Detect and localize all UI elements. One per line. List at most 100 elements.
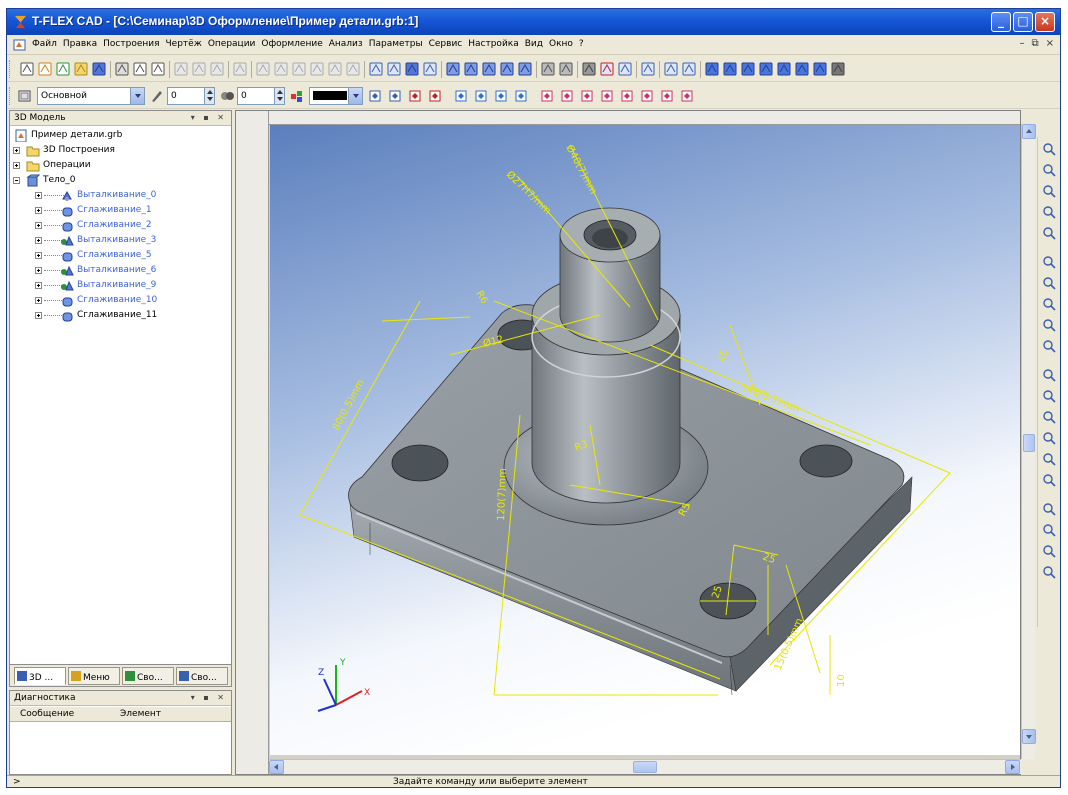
filter8-icon[interactable]	[679, 88, 695, 104]
view-front-icon[interactable]	[704, 61, 720, 77]
col-element[interactable]: Элемент	[120, 709, 161, 719]
dimension-icon[interactable]	[255, 61, 271, 77]
render-icon[interactable]	[1041, 451, 1057, 467]
zoom-window-icon[interactable]	[1041, 204, 1057, 220]
node-icon[interactable]	[232, 61, 248, 77]
menu-item-6[interactable]: Анализ	[326, 39, 366, 49]
shade-icon[interactable]	[1041, 388, 1057, 404]
rotate-icon[interactable]	[1041, 141, 1057, 157]
expand-icon[interactable]	[13, 162, 20, 169]
expand-icon[interactable]	[35, 237, 42, 244]
diagnostics-header[interactable]: Диагностика ▾ ▪ ✕	[10, 691, 231, 706]
save-icon[interactable]	[91, 61, 107, 77]
menu-item-11[interactable]: Окно	[546, 39, 576, 49]
variables-icon[interactable]	[422, 61, 438, 77]
3d-viewport[interactable]: Ø27H7/mm Ø40(7)mm R6 Ø12 80(0.5)mm 140(0…	[270, 125, 1020, 755]
view-bottom-icon[interactable]	[776, 61, 792, 77]
layer-settings-icon[interactable]	[387, 88, 403, 104]
command-prompt[interactable]: >	[13, 777, 21, 787]
spin-arrows-icon[interactable]	[274, 88, 284, 104]
level-spin[interactable]: 0	[237, 87, 285, 105]
color-icon[interactable]	[289, 88, 305, 104]
filter4-icon[interactable]	[599, 88, 615, 104]
layer-icon[interactable]	[17, 88, 33, 104]
tree-item[interactable]: Выталкивание_3	[12, 233, 231, 248]
zoom-dyn-icon[interactable]	[1041, 338, 1057, 354]
menu-item-1[interactable]: Правка	[60, 39, 100, 49]
filter7-icon[interactable]	[659, 88, 675, 104]
new-drawing-icon[interactable]	[55, 61, 71, 77]
layer-combo[interactable]: Основной	[37, 87, 145, 105]
model-icon[interactable]	[640, 61, 656, 77]
hole-icon[interactable]	[540, 61, 556, 77]
window-icon[interactable]	[663, 61, 679, 77]
view-iso-icon[interactable]	[812, 61, 828, 77]
expand-icon[interactable]	[35, 207, 42, 214]
menu-item-5[interactable]: Оформление	[258, 39, 325, 49]
pattern-icon[interactable]	[581, 61, 597, 77]
section-plane-icon[interactable]	[1041, 501, 1057, 517]
chamfer-icon[interactable]	[558, 61, 574, 77]
view-iso2-icon[interactable]	[830, 61, 846, 77]
panel-tab-2[interactable]: Сво...	[122, 667, 174, 685]
select-vertex-icon[interactable]	[513, 88, 529, 104]
collapse-icon[interactable]	[13, 177, 20, 184]
expand-icon[interactable]	[35, 297, 42, 304]
expand-icon[interactable]	[13, 147, 20, 154]
roughness-icon[interactable]	[327, 61, 343, 77]
dim-height-120[interactable]: 120(7)mm	[496, 468, 509, 521]
light-icon[interactable]	[1041, 367, 1057, 383]
menu-item-2[interactable]: Построения	[100, 39, 162, 49]
fragment-icon[interactable]	[368, 61, 384, 77]
tree-item[interactable]: Тело_0	[12, 173, 231, 188]
filter2-icon[interactable]	[559, 88, 575, 104]
zoom-in-icon[interactable]	[1041, 183, 1057, 199]
expand-icon[interactable]	[35, 252, 42, 259]
mdi-close-button[interactable]: ×	[1046, 38, 1054, 49]
document-icon[interactable]	[13, 39, 26, 51]
text-icon[interactable]	[291, 61, 307, 77]
maximize-button[interactable]: □	[1013, 12, 1033, 32]
menu-item-8[interactable]: Сервис	[426, 39, 466, 49]
zoom-tool-icon[interactable]	[132, 61, 148, 77]
zoom-out-icon[interactable]	[1041, 254, 1057, 270]
arrow-tool-icon[interactable]	[150, 61, 166, 77]
pan-icon[interactable]	[1041, 162, 1057, 178]
level-icon[interactable]	[219, 88, 235, 104]
menu-item-7[interactable]: Параметры	[366, 39, 426, 49]
view-back-icon[interactable]	[758, 61, 774, 77]
tree-item[interactable]: Сглаживание_5	[12, 248, 231, 263]
hatch-icon[interactable]	[309, 61, 325, 77]
chevron-down-icon[interactable]	[130, 88, 144, 104]
zoom-prev-icon[interactable]	[1041, 275, 1057, 291]
color-combo[interactable]	[309, 87, 363, 105]
operation-icon[interactable]	[404, 61, 420, 77]
menu-item-0[interactable]: Файл	[29, 39, 60, 49]
window2-icon[interactable]	[681, 61, 697, 77]
tree-item[interactable]: Пример детали.grb	[12, 128, 231, 143]
open-folder-icon[interactable]	[73, 61, 89, 77]
pen-icon[interactable]	[149, 88, 165, 104]
toolbar-grip[interactable]	[9, 87, 12, 105]
explode-icon[interactable]	[1041, 522, 1057, 538]
section-icon[interactable]	[599, 61, 615, 77]
mount-hole-back-right[interactable]	[799, 444, 853, 478]
view-top-icon[interactable]	[722, 61, 738, 77]
print-icon[interactable]	[114, 61, 130, 77]
expand-icon[interactable]	[35, 267, 42, 274]
select-edge-icon[interactable]	[453, 88, 469, 104]
new-3d-icon[interactable]	[37, 61, 53, 77]
wire-icon[interactable]	[1041, 409, 1057, 425]
tree-item[interactable]: Сглаживание_1	[12, 203, 231, 218]
tree-item[interactable]: Выталкивание_6	[12, 263, 231, 278]
extrude-icon[interactable]	[445, 61, 461, 77]
frame-icon[interactable]	[367, 88, 383, 104]
minimize-button[interactable]: _	[991, 12, 1011, 32]
select-face-icon[interactable]	[473, 88, 489, 104]
display-mode-icon[interactable]	[1041, 564, 1057, 580]
scroll-up-button[interactable]	[1022, 124, 1036, 139]
title-bar[interactable]: T-FLEX CAD - [C:\Семинар\3D Оформление\П…	[7, 9, 1060, 35]
table-icon[interactable]	[345, 61, 361, 77]
vertical-scrollbar[interactable]	[1021, 124, 1036, 759]
measure-icon[interactable]	[617, 61, 633, 77]
